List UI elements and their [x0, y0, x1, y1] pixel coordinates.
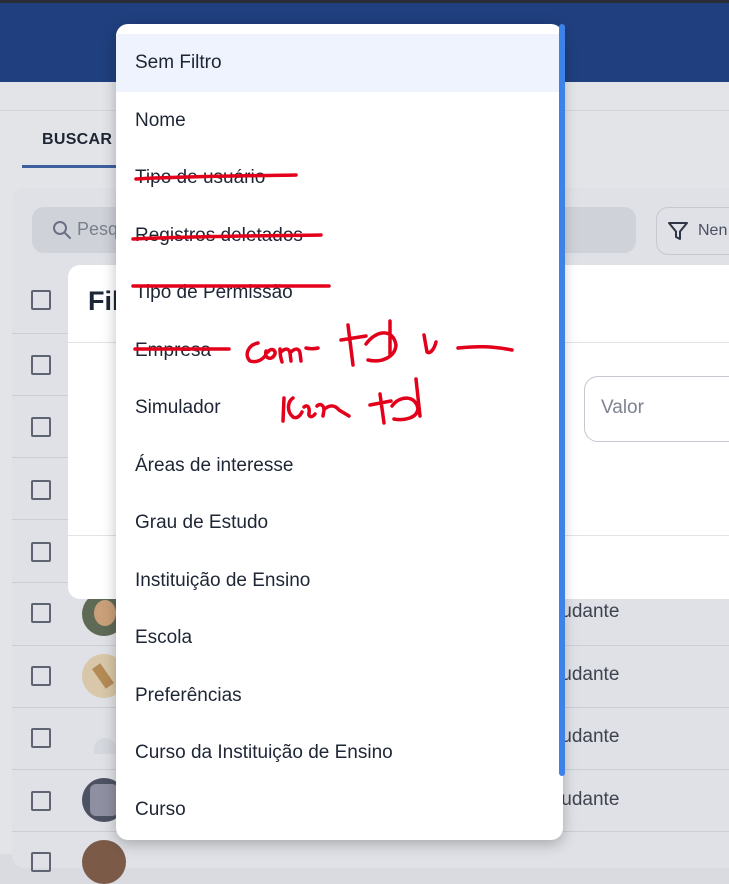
dropdown-item-tipo-de-usuario[interactable]: Tipo de usuário [116, 149, 563, 207]
dropdown-item-empresa[interactable]: Empresa [116, 322, 563, 380]
search-placeholder: Pesq [77, 219, 119, 239]
row-role: tudante [556, 601, 620, 622]
dropdown-item-curso[interactable]: Curso [116, 781, 563, 839]
dropdown-item-grau-de-estudo[interactable]: Grau de Estudo [116, 494, 563, 552]
tab-buscar[interactable]: BUSCAR [42, 131, 112, 149]
avatar [82, 840, 126, 884]
row-checkbox[interactable] [31, 603, 51, 623]
row-checkbox[interactable] [31, 852, 51, 872]
filter-button-label: Nen [698, 222, 728, 239]
dropdown-item-simulador[interactable]: Simulador [116, 379, 563, 437]
row-role: tudante [556, 664, 620, 685]
row-checkbox[interactable] [31, 480, 51, 500]
dropdown-item-instituicao-de-ensino[interactable]: Instituição de Ensino [116, 552, 563, 610]
dropdown-item-sem-filtro[interactable]: Sem Filtro [116, 34, 563, 92]
dropdown-item-preferencias[interactable]: Preferências [116, 667, 563, 725]
row-checkbox[interactable] [31, 417, 51, 437]
search-icon [53, 221, 71, 239]
row-role: tudante [556, 789, 620, 810]
dropdown-item-nome[interactable]: Nome [116, 92, 563, 150]
valor-placeholder: Valor [601, 397, 644, 418]
row-checkbox[interactable] [31, 666, 51, 686]
dropdown-item-areas-de-interesse[interactable]: Áreas de interesse [116, 437, 563, 495]
row-role: tudante [556, 726, 620, 747]
browser-edge [0, 0, 729, 3]
select-all-checkbox[interactable] [31, 290, 51, 310]
dropdown-item-tipo-de-permissao[interactable]: Tipo de Permissão [116, 264, 563, 322]
dropdown-item-escola[interactable]: Escola [116, 609, 563, 667]
modal-title: Fil [88, 286, 120, 316]
row-checkbox[interactable] [31, 355, 51, 375]
filter-icon [668, 222, 688, 240]
dropdown-scrollbar[interactable] [559, 24, 565, 776]
row-checkbox[interactable] [31, 542, 51, 562]
dropdown-item-curso-da-instituicao-de-ensino[interactable]: Curso da Instituição de Ensino [116, 724, 563, 782]
row-checkbox[interactable] [31, 791, 51, 811]
filter-type-dropdown: Sem Filtro Nome Tipo de usuário Registro… [116, 24, 563, 840]
dropdown-item-registros-deletados[interactable]: Registros deletados [116, 207, 563, 265]
row-checkbox[interactable] [31, 728, 51, 748]
